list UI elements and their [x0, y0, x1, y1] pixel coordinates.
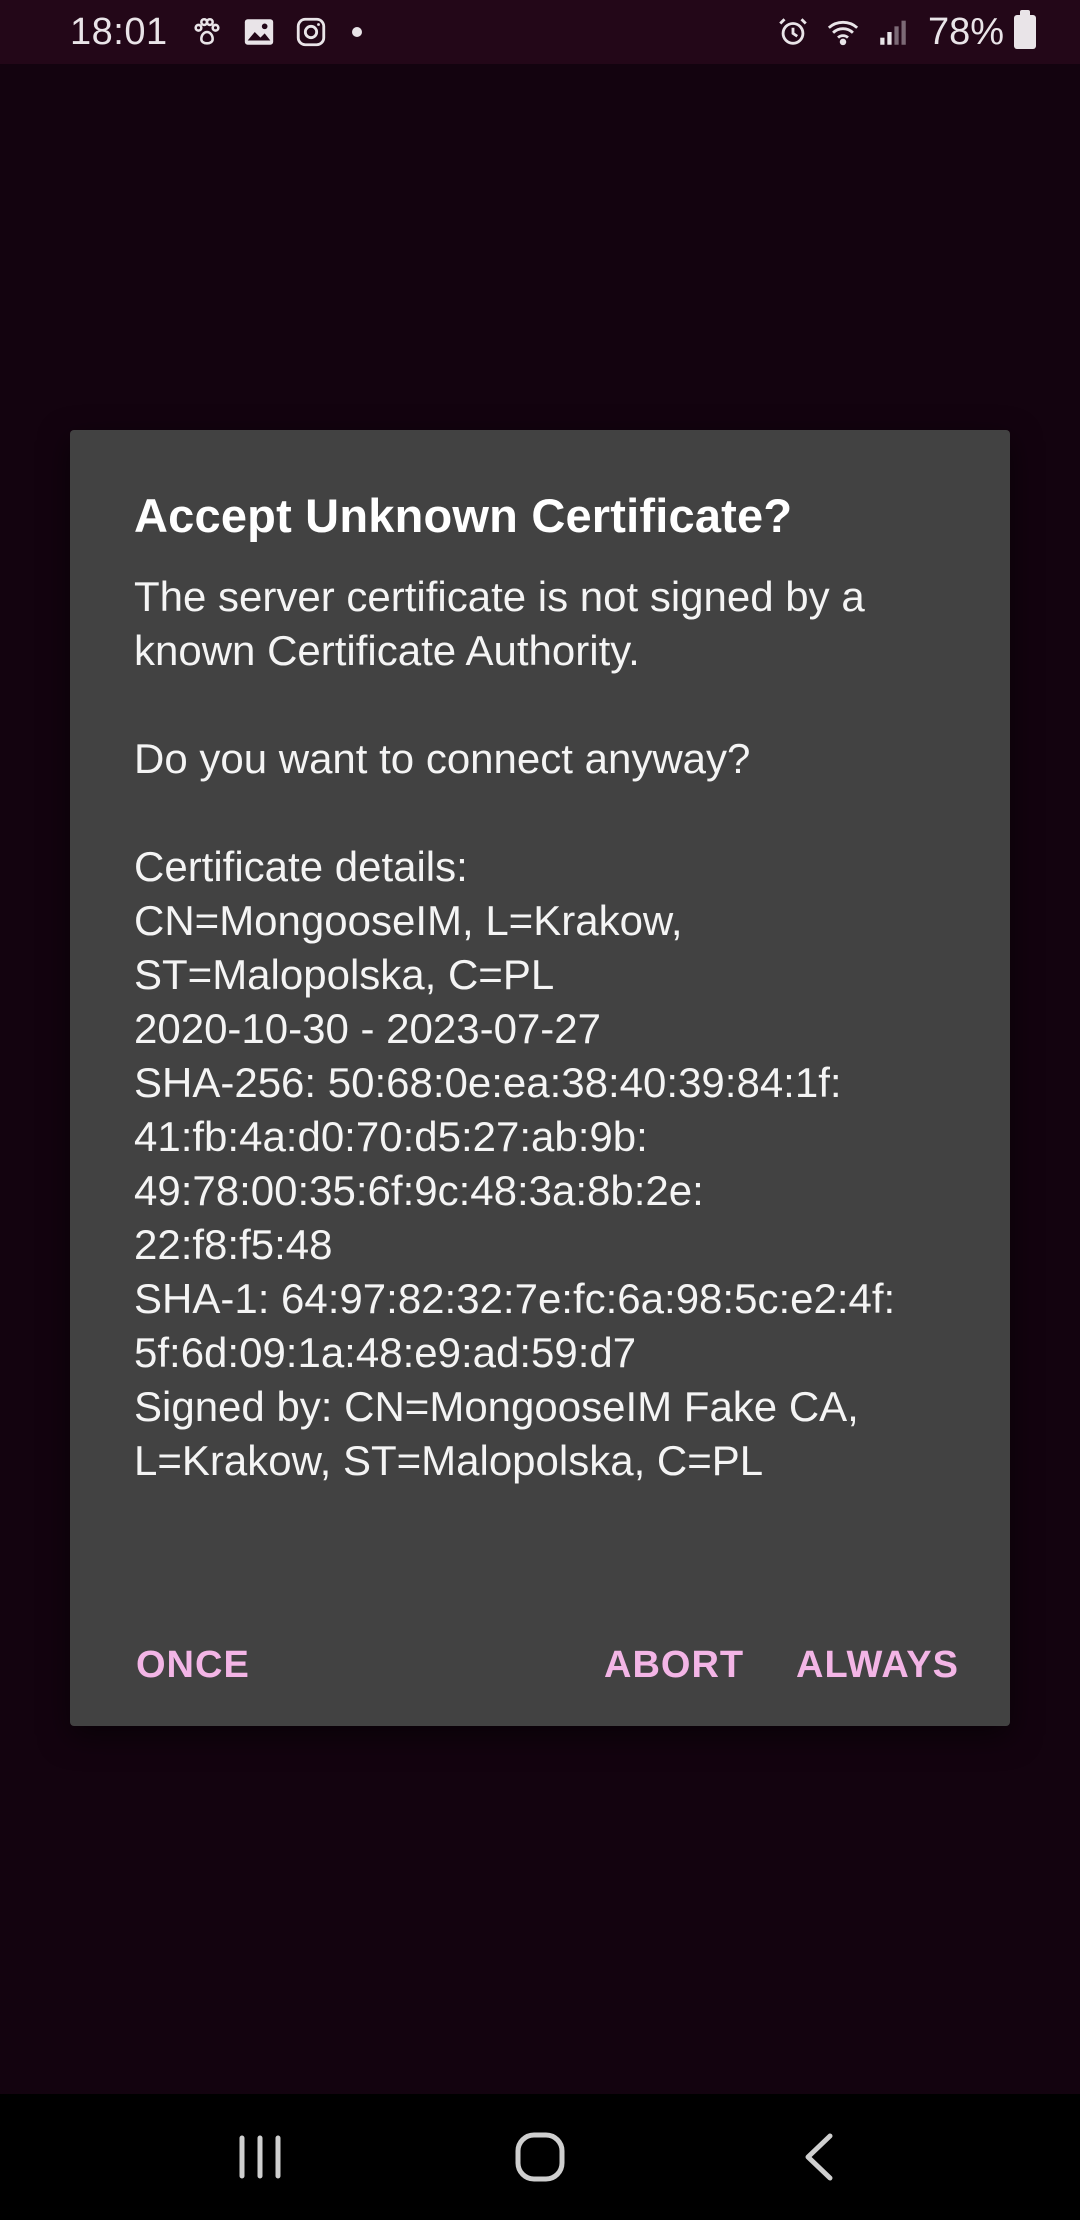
signer-line1: Signed by: CN=MongooseIM Fake CA,: [134, 1383, 859, 1430]
dialog-title: Accept Unknown Certificate?: [134, 489, 793, 542]
instagram-icon: [294, 15, 328, 49]
status-time: 18:01: [70, 10, 168, 53]
signer-line2: L=Krakow, ST=Malopolska, C=PL: [134, 1437, 764, 1484]
message-question: Do you want to connect anyway?: [134, 735, 751, 782]
status-bar-left: 18:01: [70, 11, 362, 54]
paw-icon: [190, 15, 224, 49]
sha1-line2: 5f:6d:09:1a:48:e9:ad:59:d7: [134, 1329, 637, 1376]
wifi-icon: [826, 15, 860, 49]
home-icon[interactable]: [500, 2124, 580, 2190]
dialog-actions: ONCE ABORT ALWAYS: [70, 1620, 1010, 1710]
subject-line2: ST=Malopolska, C=PL: [134, 951, 555, 998]
recents-icon[interactable]: [220, 2124, 300, 2190]
alarm-icon: [776, 15, 810, 49]
details-label: Certificate details:: [134, 843, 468, 890]
once-button[interactable]: ONCE: [134, 1620, 252, 1710]
sha256-line2: 41:fb:4a:d0:70:d5:27:ab:9b:: [134, 1113, 648, 1160]
message-intro-line1: The server certificate is not signed by …: [134, 573, 865, 620]
more-notifications-dot: [351, 27, 362, 37]
subject-line1: CN=MongooseIM, L=Krakow,: [134, 897, 683, 944]
sha1-line1: SHA-1: 64:97:82:32:7e:fc:6a:98:5c:e2:4f:: [134, 1275, 896, 1322]
signal-icon: [876, 15, 910, 49]
sha256-line4: 22:f8:f5:48: [134, 1221, 333, 1268]
certificate-dialog: Accept Unknown Certificate? The server c…: [70, 430, 1010, 1726]
validity-range: 2020-10-30 - 2023-07-27: [134, 1005, 602, 1052]
status-bar: 18:01 78%: [0, 0, 1080, 64]
message-intro-line2: known Certificate Authority.: [134, 627, 640, 674]
status-bar-right: 78%: [770, 10, 1036, 54]
sha256-line3: 49:78:00:35:6f:9c:48:3a:8b:2e:: [134, 1167, 704, 1214]
battery-percent: 78%: [927, 10, 1004, 53]
dialog-message: The server certificate is not signed by …: [134, 570, 974, 1488]
abort-button[interactable]: ABORT: [602, 1620, 746, 1710]
battery-icon: [1014, 10, 1036, 49]
gallery-icon: [242, 15, 276, 49]
screen: 18:01 78% Accept Unknown Certificate? Th…: [0, 0, 1080, 2220]
back-icon[interactable]: [780, 2124, 860, 2190]
always-button[interactable]: ALWAYS: [794, 1620, 961, 1710]
sha256-line1: SHA-256: 50:68:0e:ea:38:40:39:84:1f:: [134, 1059, 842, 1106]
navigation-bar: [0, 2094, 1080, 2220]
